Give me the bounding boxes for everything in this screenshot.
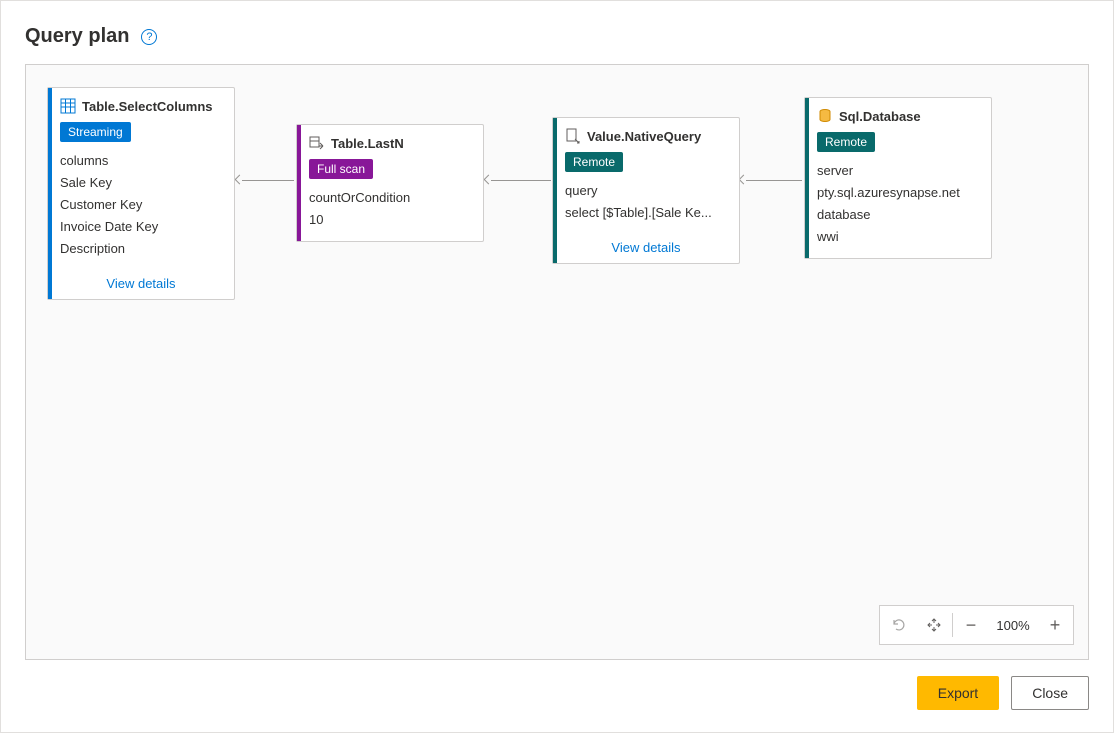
node-header: Sql.Database xyxy=(805,98,991,130)
node-row: Customer Key xyxy=(60,194,222,216)
node-row: 10 xyxy=(309,209,471,231)
badge-streaming: Streaming xyxy=(60,122,131,142)
node-title: Sql.Database xyxy=(839,109,921,124)
node-body: query select [$Table].[Sale Ke... xyxy=(553,180,739,234)
zoom-out-button[interactable]: − xyxy=(953,606,989,644)
export-button[interactable]: Export xyxy=(917,676,999,710)
zoom-panel: − 100% + xyxy=(879,605,1074,645)
node-row: Sale Key xyxy=(60,172,222,194)
undo-icon[interactable] xyxy=(880,606,916,644)
help-icon[interactable]: ? xyxy=(141,29,157,45)
node-header: Table.LastN xyxy=(297,125,483,157)
node-header: Value.NativeQuery xyxy=(553,118,739,150)
arrow xyxy=(491,180,551,181)
node-body: server pty.sql.azuresynapse.net database… xyxy=(805,160,991,258)
node-row: Description xyxy=(60,238,222,260)
node-sql-database[interactable]: Sql.Database Remote server pty.sql.azure… xyxy=(804,97,992,259)
node-title: Value.NativeQuery xyxy=(587,129,701,144)
node-row: Invoice Date Key xyxy=(60,216,222,238)
table-rows-icon xyxy=(309,135,325,151)
page-title: Query plan xyxy=(25,25,129,48)
database-icon xyxy=(817,108,833,124)
node-row: countOrCondition xyxy=(309,187,471,209)
node-native-query[interactable]: Value.NativeQuery Remote query select [$… xyxy=(552,117,740,264)
accent-bar xyxy=(48,88,52,299)
view-details-link[interactable]: View details xyxy=(48,270,234,299)
node-body: countOrCondition 10 xyxy=(297,187,483,241)
header: Query plan ? xyxy=(25,25,1089,48)
node-title: Table.SelectColumns xyxy=(82,99,213,114)
node-row: pty.sql.azuresynapse.net xyxy=(817,182,979,204)
query-icon xyxy=(565,128,581,144)
node-lastn[interactable]: Table.LastN Full scan countOrCondition 1… xyxy=(296,124,484,242)
node-row: select [$Table].[Sale Ke... xyxy=(565,202,727,224)
node-row: wwi xyxy=(817,226,979,248)
accent-bar xyxy=(297,125,301,241)
view-details-link[interactable]: View details xyxy=(553,234,739,263)
badge-remote: Remote xyxy=(817,132,875,152)
node-row: columns xyxy=(60,150,222,172)
zoom-in-button[interactable]: + xyxy=(1037,606,1073,644)
arrow xyxy=(746,180,802,181)
footer: Export Close xyxy=(25,660,1089,710)
close-button[interactable]: Close xyxy=(1011,676,1089,710)
node-title: Table.LastN xyxy=(331,136,404,151)
node-select-columns[interactable]: Table.SelectColumns Streaming columns Sa… xyxy=(47,87,235,300)
fit-icon[interactable] xyxy=(916,606,952,644)
node-row: database xyxy=(817,204,979,226)
badge-fullscan: Full scan xyxy=(309,159,373,179)
node-body: columns Sale Key Customer Key Invoice Da… xyxy=(48,150,234,270)
badge-remote: Remote xyxy=(565,152,623,172)
arrow xyxy=(242,180,294,181)
node-header: Table.SelectColumns xyxy=(48,88,234,120)
node-row: query xyxy=(565,180,727,202)
node-row: server xyxy=(817,160,979,182)
accent-bar xyxy=(805,98,809,258)
query-plan-canvas[interactable]: Table.SelectColumns Streaming columns Sa… xyxy=(25,64,1089,660)
accent-bar xyxy=(553,118,557,263)
table-icon xyxy=(60,98,76,114)
zoom-value: 100% xyxy=(989,618,1037,633)
